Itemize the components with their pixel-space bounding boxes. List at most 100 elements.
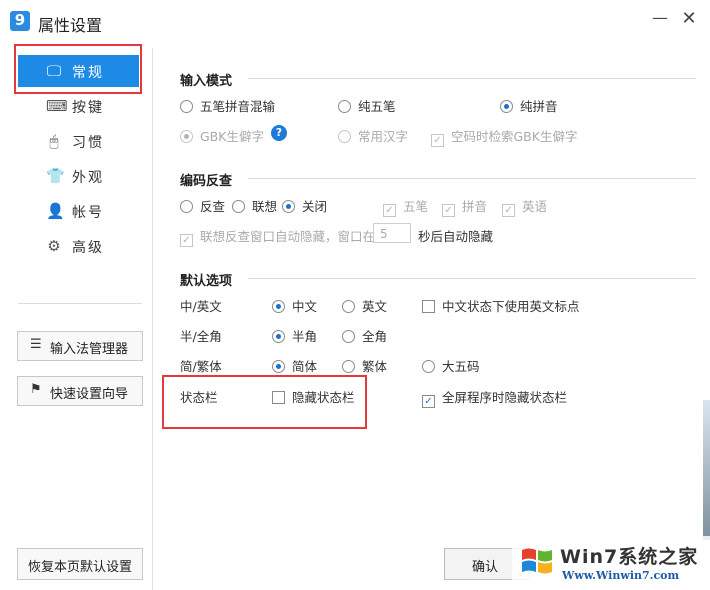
radio-pure-pinyin[interactable]: 纯拼音 — [500, 96, 558, 114]
section-divider — [248, 278, 696, 279]
quick-setup-wizard-button[interactable]: ⚑ 快速设置向导 — [17, 376, 143, 406]
radio-half-width[interactable]: 半角 — [272, 326, 317, 344]
ime-manager-label: 输入法管理器 — [50, 342, 129, 357]
label-cn-en: 中/英文 — [180, 299, 222, 314]
checkbox-auto-hide[interactable]: ✓ 联想反查窗口自动隐藏，窗口在 — [180, 226, 376, 247]
radio-full-width[interactable]: 全角 — [342, 326, 387, 344]
radio-english[interactable]: 英文 — [342, 296, 387, 314]
sidebar-item-label: 高级 — [72, 240, 104, 256]
radio-indicator — [500, 100, 513, 113]
option-label: 英文 — [362, 299, 388, 314]
option-label: 关闭 — [302, 199, 328, 214]
auto-hide-suffix: 秒后自动隐藏 — [418, 229, 494, 244]
sidebar-item-appearance[interactable]: 👕 外观 — [18, 160, 139, 192]
radio-indicator — [338, 100, 351, 113]
radio-pure-wubi[interactable]: 纯五笔 — [338, 96, 396, 114]
checkbox-english[interactable]: ✓ 英语 — [502, 196, 548, 217]
restore-defaults-label: 恢复本页默认设置 — [28, 560, 133, 575]
watermark: Win7系统之家 Www.Winwin7.com — [512, 536, 710, 590]
option-label: 全角 — [362, 329, 388, 344]
checkbox-empty-code-gbk[interactable]: ✓ 空码时检索GBK生僻字 — [431, 126, 578, 147]
watermark-text: Win7系统之家 — [560, 546, 699, 568]
watermark-url: Www.Winwin7.com — [562, 569, 680, 582]
radio-traditional[interactable]: 繁体 — [342, 356, 387, 374]
option-label: 全屏程序时隐藏状态栏 — [442, 390, 568, 405]
section-title-defaults: 默认选项 — [180, 274, 233, 289]
auto-hide-seconds-input[interactable]: 5 — [373, 223, 411, 243]
radio-indicator — [232, 200, 245, 213]
option-label: 纯拼音 — [520, 99, 558, 114]
radio-indicator — [272, 330, 285, 343]
radio-indicator — [180, 130, 193, 143]
radio-association[interactable]: 联想 — [232, 196, 277, 214]
check-indicator — [422, 300, 435, 313]
radio-indicator — [342, 330, 355, 343]
sidebar-item-advanced[interactable]: ⚙ 高级 — [18, 230, 139, 262]
sidebar-divider — [18, 303, 142, 304]
option-label: 简体 — [292, 359, 318, 374]
radio-common-chars[interactable]: 常用汉字 — [338, 126, 408, 144]
option-label: 半角 — [292, 329, 318, 344]
radio-indicator — [180, 100, 193, 113]
check-indicator: ✓ — [383, 204, 396, 217]
checkbox-english-punctuation[interactable]: 中文状态下使用英文标点 — [422, 296, 580, 314]
window-title: 属性设置 — [38, 16, 103, 35]
option-label: GBK生僻字 — [200, 129, 264, 144]
option-label: 联想 — [252, 199, 278, 214]
user-icon: 👤 — [46, 202, 65, 220]
confirm-label: 确认 — [472, 560, 499, 575]
option-label: 常用汉字 — [358, 129, 409, 144]
highlight-box-sidebar — [14, 44, 142, 94]
help-icon[interactable]: ? — [271, 125, 287, 141]
close-button[interactable]: ✕ — [680, 8, 698, 30]
option-label: 英语 — [522, 199, 548, 214]
radio-indicator — [338, 130, 351, 143]
option-label: 联想反查窗口自动隐藏，窗口在 — [200, 229, 376, 244]
section-divider — [248, 78, 696, 79]
section-title-input-mode: 输入模式 — [180, 74, 233, 89]
radio-indicator — [180, 200, 193, 213]
option-label: 拼音 — [462, 199, 488, 214]
check-indicator: ✓ — [442, 204, 455, 217]
radio-off[interactable]: 关闭 — [282, 196, 327, 214]
radio-indicator — [272, 300, 285, 313]
radio-indicator — [342, 360, 355, 373]
sidebar-item-label: 按键 — [72, 100, 104, 116]
highlight-box-status-bar — [162, 375, 367, 429]
label-simplified-traditional: 简/繁体 — [180, 359, 222, 374]
sidebar-item-label: 习惯 — [72, 135, 104, 151]
option-label: 反查 — [200, 199, 226, 214]
option-label: 纯五笔 — [358, 99, 396, 114]
section-divider — [248, 178, 696, 179]
checkbox-wubi[interactable]: ✓ 五笔 — [383, 196, 428, 217]
shirt-icon: 👕 — [46, 167, 65, 185]
sidebar-item-keys[interactable]: ⌨ 按键 — [18, 90, 139, 122]
checkbox-pinyin[interactable]: ✓ 拼音 — [442, 196, 488, 217]
ime-manager-button[interactable]: ☰ 输入法管理器 — [17, 331, 143, 361]
keyboard-icon: ⌨ — [46, 97, 68, 115]
sidebar-item-label: 帐号 — [72, 205, 104, 221]
gear-icon: ⚙ — [47, 237, 61, 255]
restore-defaults-button[interactable]: 恢复本页默认设置 — [17, 548, 143, 580]
check-indicator: ✓ — [180, 234, 193, 247]
minimize-button[interactable]: — — [652, 8, 668, 30]
radio-big5[interactable]: 大五码 — [422, 356, 480, 374]
option-label: 空码时检索GBK生僻字 — [451, 129, 578, 144]
sidebar-item-account[interactable]: 👤 帐号 — [18, 195, 139, 227]
option-label: 中文 — [292, 299, 318, 314]
sidebar-item-label: 外观 — [72, 170, 104, 186]
flag-icon: ⚑ — [30, 382, 42, 397]
radio-gbk-rare-chars[interactable]: GBK生僻字 — [180, 126, 264, 144]
sidebar-item-habits[interactable]: 🖱 习惯 — [18, 125, 139, 157]
radio-chinese[interactable]: 中文 — [272, 296, 317, 314]
sidebar: 🖵 常规 ⌨ 按键 🖱 习惯 👕 外观 👤 帐号 ⚙ 高级 — [0, 48, 153, 590]
section-title-reverse-lookup: 编码反查 — [180, 174, 233, 189]
checkbox-hide-in-fullscreen[interactable]: ✓ 全屏程序时隐藏状态栏 — [422, 387, 568, 408]
check-indicator: ✓ — [431, 134, 444, 147]
windows-logo-icon — [522, 548, 552, 574]
radio-simplified[interactable]: 简体 — [272, 356, 317, 374]
radio-reverse-lookup[interactable]: 反查 — [180, 196, 225, 214]
radio-indicator — [282, 200, 295, 213]
radio-wubi-pinyin-mixed[interactable]: 五笔拼音混输 — [180, 96, 275, 114]
option-label: 中文状态下使用英文标点 — [442, 299, 580, 314]
